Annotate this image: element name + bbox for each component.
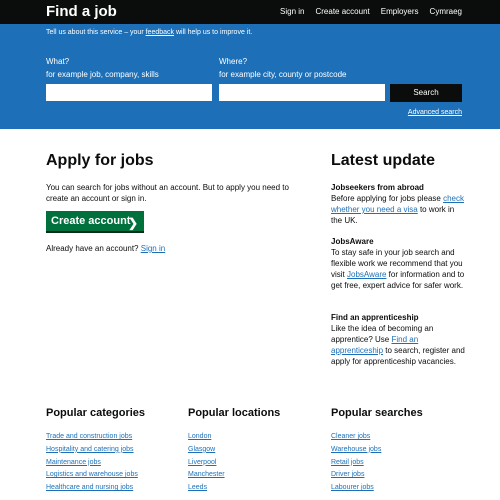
list-item: Hospitality and catering jobs <box>46 442 138 455</box>
already-text: Already have an account? <box>46 244 141 253</box>
search-link[interactable]: Driver jobs <box>331 471 364 478</box>
update-item-jobsaware: JobsAware To stay safe in your job searc… <box>331 236 466 291</box>
search-link[interactable]: Cleaner jobs <box>331 433 370 440</box>
update-text-before: Before applying for jobs please <box>331 194 444 203</box>
site-logo-link[interactable]: Find a job <box>46 3 117 21</box>
jobsaware-link[interactable]: JobsAware <box>347 270 386 279</box>
location-link[interactable]: Liverpool <box>188 459 216 466</box>
category-link[interactable]: Logistics and warehouse jobs <box>46 471 138 478</box>
site-header: Find a job Sign in Create account Employ… <box>0 0 500 24</box>
update-item-apprenticeship: Find an apprenticeship Like the idea of … <box>331 312 466 367</box>
update-text: To stay safe in your job search and flex… <box>331 247 466 291</box>
popular-locations-list: London Glasgow Liverpool Manchester Leed… <box>188 429 225 493</box>
feedback-link[interactable]: feedback <box>146 29 174 36</box>
where-input[interactable] <box>219 84 385 101</box>
popular-categories-heading: Popular categories <box>46 407 146 419</box>
list-item: Leeds <box>188 480 225 493</box>
nav-cymraeg[interactable]: Cymraeg <box>430 7 462 17</box>
list-item: Maintenance jobs <box>46 455 138 468</box>
update-heading: Find an apprenticeship <box>331 313 419 322</box>
advanced-search-link[interactable]: Advanced search <box>408 108 462 117</box>
category-link[interactable]: Hospitality and catering jobs <box>46 446 134 453</box>
already-have-account: Already have an account? Sign in <box>46 244 165 254</box>
list-item: Labourer jobs <box>331 480 381 493</box>
latest-update-heading: Latest update <box>331 152 436 169</box>
feedback-text-after: will help us to improve it. <box>174 29 253 36</box>
update-heading: Jobseekers from abroad <box>331 183 424 192</box>
create-account-label: Create account <box>51 215 131 227</box>
list-item: Driver jobs <box>331 467 381 480</box>
list-item: Liverpool <box>188 455 225 468</box>
list-item: Warehouse jobs <box>331 442 381 455</box>
location-link[interactable]: Leeds <box>188 484 207 491</box>
what-input[interactable] <box>46 84 212 101</box>
list-item: Manchester <box>188 467 225 480</box>
nav-employers[interactable]: Employers <box>381 7 419 17</box>
update-text: Like the idea of becoming an apprentice?… <box>331 323 466 367</box>
what-label: What? <box>46 57 70 66</box>
category-link[interactable]: Maintenance jobs <box>46 459 101 466</box>
search-link[interactable]: Labourer jobs <box>331 484 374 491</box>
chevron-right-icon: ❯ <box>127 216 138 230</box>
popular-searches-heading: Popular searches <box>331 407 423 419</box>
search-link[interactable]: Warehouse jobs <box>331 446 381 453</box>
update-text: Before applying for jobs please check wh… <box>331 193 466 226</box>
category-link[interactable]: Trade and construction jobs <box>46 433 132 440</box>
what-hint: for example job, company, skills <box>46 70 159 79</box>
update-item-abroad: Jobseekers from abroad Before applying f… <box>331 182 466 226</box>
where-hint: for example city, county or postcode <box>219 70 347 79</box>
list-item: London <box>188 429 225 442</box>
nav-sign-in[interactable]: Sign in <box>280 7 304 17</box>
where-label: Where? <box>219 57 248 66</box>
location-link[interactable]: London <box>188 433 211 440</box>
location-link[interactable]: Glasgow <box>188 446 215 453</box>
list-item: Logistics and warehouse jobs <box>46 467 138 480</box>
apply-description: You can search for jobs without an accou… <box>46 183 289 203</box>
sign-in-link[interactable]: Sign in <box>141 244 165 253</box>
apply-heading: Apply for jobs <box>46 152 154 169</box>
search-button[interactable]: Search <box>390 84 462 102</box>
feedback-text-before: Tell us about this service – your <box>46 29 146 36</box>
list-item: Trade and construction jobs <box>46 429 138 442</box>
feedback-text: Tell us about this service – your feedba… <box>46 28 252 37</box>
list-item: Glasgow <box>188 442 225 455</box>
list-item: Cleaner jobs <box>331 429 381 442</box>
list-item: Retail jobs <box>331 455 381 468</box>
nav-create-account[interactable]: Create account <box>315 7 369 17</box>
popular-categories-list: Trade and construction jobs Hospitality … <box>46 429 138 493</box>
feedback-banner: Tell us about this service – your feedba… <box>0 24 500 41</box>
search-link[interactable]: Retail jobs <box>331 459 364 466</box>
popular-searches-list: Cleaner jobs Warehouse jobs Retail jobs … <box>331 429 381 493</box>
update-heading: JobsAware <box>331 237 374 246</box>
popular-locations-heading: Popular locations <box>188 407 281 419</box>
location-link[interactable]: Manchester <box>188 471 225 478</box>
category-link[interactable]: Healthcare and nursing jobs <box>46 484 133 491</box>
header-nav: Sign in Create account Employers Cymraeg <box>280 7 462 17</box>
create-account-button[interactable]: Create account ❯ <box>46 211 144 231</box>
list-item: Healthcare and nursing jobs <box>46 480 138 493</box>
